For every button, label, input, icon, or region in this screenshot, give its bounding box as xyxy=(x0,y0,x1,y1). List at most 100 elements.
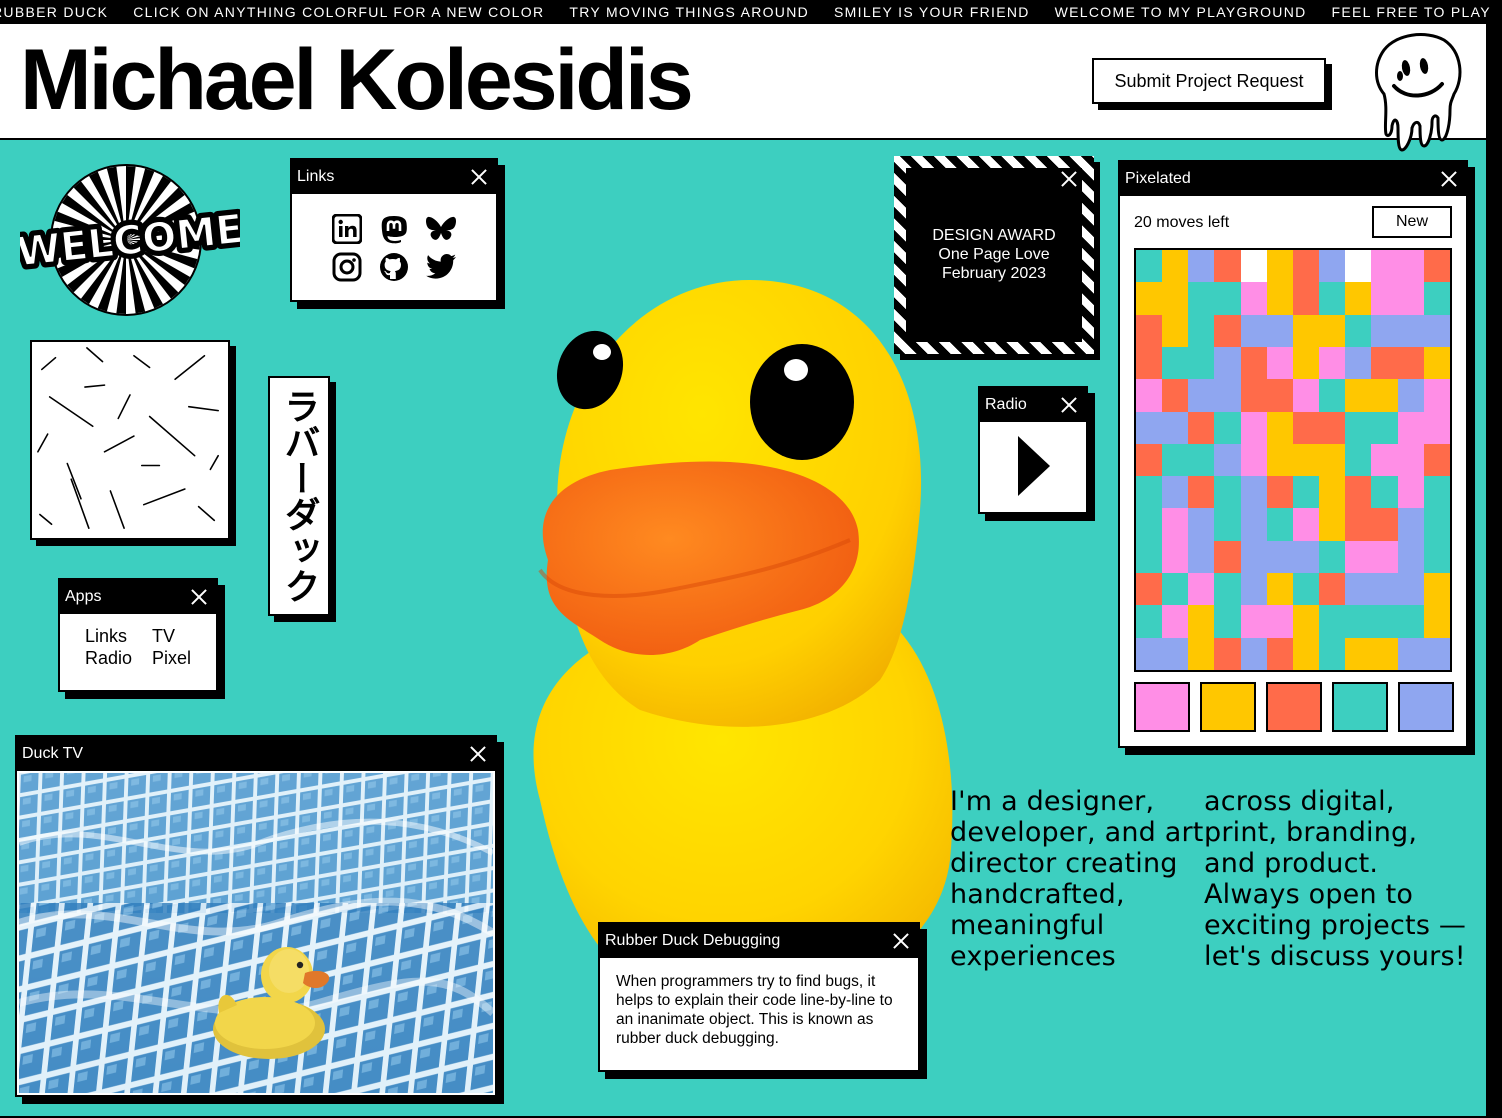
pixel-cell[interactable] xyxy=(1397,443,1424,477)
pixel-cell[interactable] xyxy=(1345,476,1372,509)
pixel-cell[interactable] xyxy=(1214,250,1241,283)
pixel-cell[interactable] xyxy=(1136,540,1163,574)
pixel-cell[interactable] xyxy=(1397,314,1424,347)
pixel-cell[interactable] xyxy=(1266,637,1293,670)
pixel-cell[interactable] xyxy=(1292,282,1320,315)
duck-tv-video[interactable] xyxy=(19,773,493,1093)
melting-smiley-icon[interactable] xyxy=(1370,30,1466,158)
pixel-cell[interactable] xyxy=(1292,605,1320,638)
katakana-rubber-duck-label[interactable]: ラバーダック xyxy=(268,376,330,616)
pixel-cell[interactable] xyxy=(1423,282,1450,315)
pixel-cell[interactable] xyxy=(1188,282,1215,315)
pixel-cell[interactable] xyxy=(1266,540,1293,574)
pixel-cell[interactable] xyxy=(1266,282,1293,315)
pixel-cell[interactable] xyxy=(1136,443,1163,477)
mastodon-icon[interactable] xyxy=(376,212,412,246)
pixel-cell[interactable] xyxy=(1136,411,1163,444)
pixel-cell[interactable] xyxy=(1319,379,1346,412)
apps-window[interactable]: Apps Links TV Radio Pixel xyxy=(58,578,218,692)
pixel-cell[interactable] xyxy=(1240,540,1267,574)
pixel-cell[interactable] xyxy=(1214,314,1241,347)
duck-tv-titlebar[interactable]: Duck TV xyxy=(17,737,495,771)
links-window-titlebar[interactable]: Links xyxy=(292,160,496,194)
pixel-cell[interactable] xyxy=(1136,250,1163,283)
pixel-cell[interactable] xyxy=(1241,250,1267,282)
pixel-cell[interactable] xyxy=(1266,605,1293,638)
pixel-cell[interactable] xyxy=(1188,637,1215,670)
pixel-cell[interactable] xyxy=(1292,379,1320,412)
pixel-cell[interactable] xyxy=(1136,314,1163,347)
pixel-cell[interactable] xyxy=(1319,605,1346,638)
pixel-cell[interactable] xyxy=(1292,637,1320,670)
close-icon[interactable] xyxy=(1438,168,1460,190)
pixel-cell[interactable] xyxy=(1136,573,1163,606)
close-icon[interactable] xyxy=(1058,168,1080,190)
pixel-cell[interactable] xyxy=(1162,476,1189,509)
pixel-cell[interactable] xyxy=(1266,476,1293,509)
app-pixel[interactable]: Pixel xyxy=(152,648,191,669)
pixel-grid[interactable] xyxy=(1134,248,1452,672)
pixel-cell[interactable] xyxy=(1371,250,1398,283)
apps-window-titlebar[interactable]: Apps xyxy=(60,580,216,614)
pixel-cell[interactable] xyxy=(1136,605,1163,638)
pixel-cell[interactable] xyxy=(1188,540,1215,574)
pixel-cell[interactable] xyxy=(1319,540,1346,574)
pixel-cell[interactable] xyxy=(1292,411,1320,444)
pixel-cell[interactable] xyxy=(1214,637,1241,670)
pixel-cell[interactable] xyxy=(1266,411,1293,444)
pixel-cell[interactable] xyxy=(1214,443,1241,477)
instagram-icon[interactable] xyxy=(329,250,365,284)
pixel-cell[interactable] xyxy=(1240,573,1267,606)
pixel-cell[interactable] xyxy=(1136,346,1163,380)
pixel-cell[interactable] xyxy=(1319,443,1346,477)
pixel-cell[interactable] xyxy=(1319,250,1346,283)
pixel-cell[interactable] xyxy=(1162,443,1189,477)
pixel-cell[interactable] xyxy=(1423,605,1450,638)
close-icon[interactable] xyxy=(1058,394,1080,416)
close-icon[interactable] xyxy=(188,586,210,608)
pixel-cell[interactable] xyxy=(1136,637,1163,670)
pixel-cell[interactable] xyxy=(1371,443,1398,477)
welcome-badge[interactable]: WELCOME WELCOME xyxy=(20,162,240,318)
pixel-cell[interactable] xyxy=(1319,476,1346,509)
submit-project-request-button[interactable]: Submit Project Request xyxy=(1092,58,1326,104)
pixel-cell[interactable] xyxy=(1240,282,1267,315)
pixel-cell[interactable] xyxy=(1319,411,1346,444)
pixel-cell[interactable] xyxy=(1319,637,1346,670)
pixel-cell[interactable] xyxy=(1136,379,1163,412)
pixel-cell[interactable] xyxy=(1266,573,1293,606)
pixel-cell[interactable] xyxy=(1214,346,1241,380)
pixelated-titlebar[interactable]: Pixelated xyxy=(1120,162,1466,196)
color-swatch[interactable] xyxy=(1398,682,1454,732)
pixel-cell[interactable] xyxy=(1345,282,1372,315)
pixel-cell[interactable] xyxy=(1240,379,1267,412)
pixel-cell[interactable] xyxy=(1397,346,1424,380)
pixel-cell[interactable] xyxy=(1266,508,1293,541)
pixel-cell[interactable] xyxy=(1397,637,1424,670)
pixel-cell[interactable] xyxy=(1214,540,1241,574)
pixel-cell[interactable] xyxy=(1371,379,1398,412)
pixel-cell[interactable] xyxy=(1162,540,1189,574)
pixel-cell[interactable] xyxy=(1397,476,1424,509)
pixel-cell[interactable] xyxy=(1345,573,1372,606)
pixel-cell[interactable] xyxy=(1371,540,1398,574)
pixel-cell[interactable] xyxy=(1345,346,1372,380)
pixel-cell[interactable] xyxy=(1188,476,1215,509)
pixel-cell[interactable] xyxy=(1240,508,1267,541)
color-swatch[interactable] xyxy=(1134,682,1190,732)
pixel-cell[interactable] xyxy=(1214,282,1241,315)
pixel-cell[interactable] xyxy=(1292,540,1320,574)
pixel-cell[interactable] xyxy=(1345,540,1372,574)
bluesky-icon[interactable] xyxy=(423,212,459,246)
pixel-cell[interactable] xyxy=(1371,411,1398,444)
pixel-cell[interactable] xyxy=(1292,573,1320,606)
pixel-cell[interactable] xyxy=(1162,282,1189,315)
pixel-cell[interactable] xyxy=(1292,443,1320,477)
pixel-cell[interactable] xyxy=(1345,508,1372,541)
pixel-cell[interactable] xyxy=(1397,411,1424,444)
pixel-cell[interactable] xyxy=(1319,346,1346,380)
pixel-cell[interactable] xyxy=(1162,605,1189,638)
pixel-cell[interactable] xyxy=(1240,346,1267,380)
pixel-cell[interactable] xyxy=(1136,476,1163,509)
pixel-cell[interactable] xyxy=(1371,637,1398,670)
